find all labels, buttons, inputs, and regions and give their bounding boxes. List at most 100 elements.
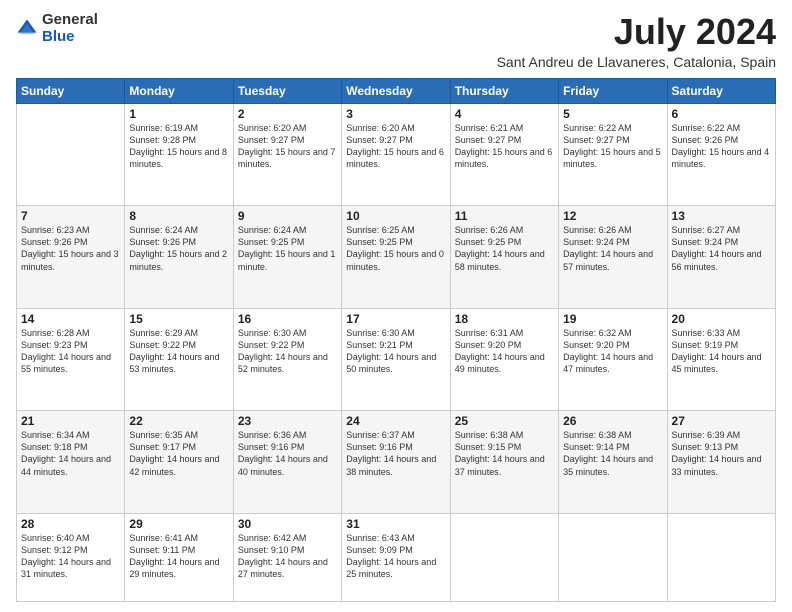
calendar-week-4: 21Sunrise: 6:34 AMSunset: 9:18 PMDayligh… bbox=[17, 411, 776, 514]
day-number: 13 bbox=[672, 209, 771, 223]
day-info: Sunrise: 6:31 AMSunset: 9:20 PMDaylight:… bbox=[455, 327, 554, 376]
table-row: 28Sunrise: 6:40 AMSunset: 9:12 PMDayligh… bbox=[17, 513, 125, 601]
day-info: Sunrise: 6:28 AMSunset: 9:23 PMDaylight:… bbox=[21, 327, 120, 376]
day-number: 16 bbox=[238, 312, 337, 326]
logo-text: General Blue bbox=[42, 12, 98, 45]
table-row: 29Sunrise: 6:41 AMSunset: 9:11 PMDayligh… bbox=[125, 513, 233, 601]
day-info: Sunrise: 6:21 AMSunset: 9:27 PMDaylight:… bbox=[455, 122, 554, 171]
day-number: 5 bbox=[563, 107, 662, 121]
table-row: 6Sunrise: 6:22 AMSunset: 9:26 PMDaylight… bbox=[667, 103, 775, 206]
table-row: 12Sunrise: 6:26 AMSunset: 9:24 PMDayligh… bbox=[559, 206, 667, 309]
day-number: 21 bbox=[21, 414, 120, 428]
table-row: 14Sunrise: 6:28 AMSunset: 9:23 PMDayligh… bbox=[17, 308, 125, 411]
day-number: 9 bbox=[238, 209, 337, 223]
calendar-header-row: Sunday Monday Tuesday Wednesday Thursday… bbox=[17, 78, 776, 103]
day-info: Sunrise: 6:19 AMSunset: 9:28 PMDaylight:… bbox=[129, 122, 228, 171]
table-row: 4Sunrise: 6:21 AMSunset: 9:27 PMDaylight… bbox=[450, 103, 558, 206]
day-number: 3 bbox=[346, 107, 445, 121]
calendar-week-5: 28Sunrise: 6:40 AMSunset: 9:12 PMDayligh… bbox=[17, 513, 776, 601]
header: General Blue July 2024 Sant Andreu de Ll… bbox=[16, 12, 776, 70]
calendar-week-3: 14Sunrise: 6:28 AMSunset: 9:23 PMDayligh… bbox=[17, 308, 776, 411]
day-number: 25 bbox=[455, 414, 554, 428]
header-saturday: Saturday bbox=[667, 78, 775, 103]
header-thursday: Thursday bbox=[450, 78, 558, 103]
day-info: Sunrise: 6:38 AMSunset: 9:15 PMDaylight:… bbox=[455, 429, 554, 478]
subtitle: Sant Andreu de Llavaneres, Catalonia, Sp… bbox=[497, 54, 776, 70]
table-row bbox=[559, 513, 667, 601]
day-number: 20 bbox=[672, 312, 771, 326]
table-row bbox=[17, 103, 125, 206]
calendar-week-2: 7Sunrise: 6:23 AMSunset: 9:26 PMDaylight… bbox=[17, 206, 776, 309]
table-row: 31Sunrise: 6:43 AMSunset: 9:09 PMDayligh… bbox=[342, 513, 450, 601]
day-number: 8 bbox=[129, 209, 228, 223]
day-info: Sunrise: 6:33 AMSunset: 9:19 PMDaylight:… bbox=[672, 327, 771, 376]
day-info: Sunrise: 6:30 AMSunset: 9:22 PMDaylight:… bbox=[238, 327, 337, 376]
day-info: Sunrise: 6:42 AMSunset: 9:10 PMDaylight:… bbox=[238, 532, 337, 581]
day-number: 11 bbox=[455, 209, 554, 223]
day-number: 22 bbox=[129, 414, 228, 428]
calendar-table: Sunday Monday Tuesday Wednesday Thursday… bbox=[16, 78, 776, 602]
table-row: 27Sunrise: 6:39 AMSunset: 9:13 PMDayligh… bbox=[667, 411, 775, 514]
table-row: 23Sunrise: 6:36 AMSunset: 9:16 PMDayligh… bbox=[233, 411, 341, 514]
header-friday: Friday bbox=[559, 78, 667, 103]
table-row: 22Sunrise: 6:35 AMSunset: 9:17 PMDayligh… bbox=[125, 411, 233, 514]
day-number: 6 bbox=[672, 107, 771, 121]
day-number: 1 bbox=[129, 107, 228, 121]
logo: General Blue bbox=[16, 12, 98, 45]
table-row: 11Sunrise: 6:26 AMSunset: 9:25 PMDayligh… bbox=[450, 206, 558, 309]
day-number: 7 bbox=[21, 209, 120, 223]
table-row: 24Sunrise: 6:37 AMSunset: 9:16 PMDayligh… bbox=[342, 411, 450, 514]
table-row: 21Sunrise: 6:34 AMSunset: 9:18 PMDayligh… bbox=[17, 411, 125, 514]
table-row: 1Sunrise: 6:19 AMSunset: 9:28 PMDaylight… bbox=[125, 103, 233, 206]
table-row: 3Sunrise: 6:20 AMSunset: 9:27 PMDaylight… bbox=[342, 103, 450, 206]
day-info: Sunrise: 6:39 AMSunset: 9:13 PMDaylight:… bbox=[672, 429, 771, 478]
day-number: 2 bbox=[238, 107, 337, 121]
day-number: 31 bbox=[346, 517, 445, 531]
day-number: 10 bbox=[346, 209, 445, 223]
day-info: Sunrise: 6:22 AMSunset: 9:27 PMDaylight:… bbox=[563, 122, 662, 171]
day-info: Sunrise: 6:35 AMSunset: 9:17 PMDaylight:… bbox=[129, 429, 228, 478]
title-block: July 2024 Sant Andreu de Llavaneres, Cat… bbox=[497, 12, 776, 70]
day-info: Sunrise: 6:40 AMSunset: 9:12 PMDaylight:… bbox=[21, 532, 120, 581]
day-info: Sunrise: 6:26 AMSunset: 9:24 PMDaylight:… bbox=[563, 224, 662, 273]
header-sunday: Sunday bbox=[17, 78, 125, 103]
day-number: 15 bbox=[129, 312, 228, 326]
table-row: 19Sunrise: 6:32 AMSunset: 9:20 PMDayligh… bbox=[559, 308, 667, 411]
main-title: July 2024 bbox=[497, 12, 776, 52]
day-info: Sunrise: 6:22 AMSunset: 9:26 PMDaylight:… bbox=[672, 122, 771, 171]
day-number: 28 bbox=[21, 517, 120, 531]
table-row bbox=[667, 513, 775, 601]
day-info: Sunrise: 6:20 AMSunset: 9:27 PMDaylight:… bbox=[238, 122, 337, 171]
table-row: 13Sunrise: 6:27 AMSunset: 9:24 PMDayligh… bbox=[667, 206, 775, 309]
table-row: 5Sunrise: 6:22 AMSunset: 9:27 PMDaylight… bbox=[559, 103, 667, 206]
table-row: 17Sunrise: 6:30 AMSunset: 9:21 PMDayligh… bbox=[342, 308, 450, 411]
logo-blue-text: Blue bbox=[42, 28, 75, 45]
day-info: Sunrise: 6:43 AMSunset: 9:09 PMDaylight:… bbox=[346, 532, 445, 581]
table-row: 25Sunrise: 6:38 AMSunset: 9:15 PMDayligh… bbox=[450, 411, 558, 514]
page: General Blue July 2024 Sant Andreu de Ll… bbox=[0, 0, 792, 612]
table-row: 2Sunrise: 6:20 AMSunset: 9:27 PMDaylight… bbox=[233, 103, 341, 206]
day-info: Sunrise: 6:23 AMSunset: 9:26 PMDaylight:… bbox=[21, 224, 120, 273]
table-row: 26Sunrise: 6:38 AMSunset: 9:14 PMDayligh… bbox=[559, 411, 667, 514]
table-row: 16Sunrise: 6:30 AMSunset: 9:22 PMDayligh… bbox=[233, 308, 341, 411]
day-info: Sunrise: 6:29 AMSunset: 9:22 PMDaylight:… bbox=[129, 327, 228, 376]
day-info: Sunrise: 6:27 AMSunset: 9:24 PMDaylight:… bbox=[672, 224, 771, 273]
header-tuesday: Tuesday bbox=[233, 78, 341, 103]
calendar-week-1: 1Sunrise: 6:19 AMSunset: 9:28 PMDaylight… bbox=[17, 103, 776, 206]
day-number: 26 bbox=[563, 414, 662, 428]
day-number: 17 bbox=[346, 312, 445, 326]
day-info: Sunrise: 6:37 AMSunset: 9:16 PMDaylight:… bbox=[346, 429, 445, 478]
day-number: 27 bbox=[672, 414, 771, 428]
table-row: 9Sunrise: 6:24 AMSunset: 9:25 PMDaylight… bbox=[233, 206, 341, 309]
day-info: Sunrise: 6:30 AMSunset: 9:21 PMDaylight:… bbox=[346, 327, 445, 376]
day-info: Sunrise: 6:34 AMSunset: 9:18 PMDaylight:… bbox=[21, 429, 120, 478]
day-info: Sunrise: 6:32 AMSunset: 9:20 PMDaylight:… bbox=[563, 327, 662, 376]
table-row bbox=[450, 513, 558, 601]
table-row: 18Sunrise: 6:31 AMSunset: 9:20 PMDayligh… bbox=[450, 308, 558, 411]
table-row: 8Sunrise: 6:24 AMSunset: 9:26 PMDaylight… bbox=[125, 206, 233, 309]
day-number: 18 bbox=[455, 312, 554, 326]
day-info: Sunrise: 6:36 AMSunset: 9:16 PMDaylight:… bbox=[238, 429, 337, 478]
day-info: Sunrise: 6:26 AMSunset: 9:25 PMDaylight:… bbox=[455, 224, 554, 273]
header-wednesday: Wednesday bbox=[342, 78, 450, 103]
table-row: 20Sunrise: 6:33 AMSunset: 9:19 PMDayligh… bbox=[667, 308, 775, 411]
